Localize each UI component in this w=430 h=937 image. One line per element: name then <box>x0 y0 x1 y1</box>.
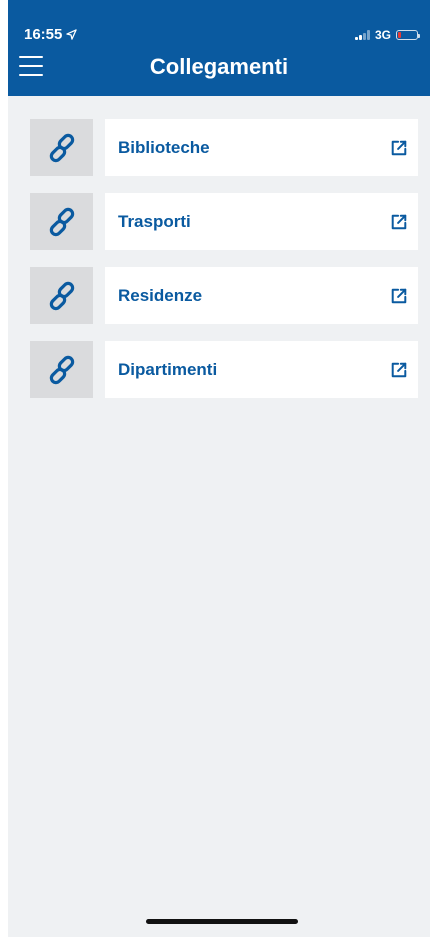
page-title: Collegamenti <box>149 54 289 79</box>
list-item-dipartimenti[interactable]: Dipartimenti <box>30 341 418 398</box>
link-icon-tile <box>30 193 93 250</box>
link-icon <box>49 133 74 162</box>
network-type: 3G <box>374 28 391 42</box>
link-icon-tile <box>30 267 93 324</box>
status-time: 16:55 <box>24 26 63 43</box>
status-time-group: 16:55 <box>24 26 78 43</box>
app-header: 16:55 3G Collegamenti <box>8 0 430 96</box>
link-card: Biblioteche <box>105 119 418 176</box>
location-arrow-icon <box>66 29 78 40</box>
external-link-icon <box>391 140 407 155</box>
external-link-icon <box>391 214 407 229</box>
link-card: Dipartimenti <box>105 341 418 398</box>
status-indicators: 3G <box>354 28 420 42</box>
link-icon <box>49 355 74 384</box>
list-item-trasporti[interactable]: Trasporti <box>30 193 418 250</box>
external-link-icon <box>391 362 407 377</box>
link-icon-tile <box>30 341 93 398</box>
links-list: Biblioteche Trasporti Residenze Dipartim… <box>30 119 418 415</box>
link-icon <box>49 281 74 310</box>
link-icon <box>49 207 74 236</box>
link-label: Trasporti <box>118 211 191 231</box>
list-item-residenze[interactable]: Residenze <box>30 267 418 324</box>
link-card: Trasporti <box>105 193 418 250</box>
external-link-icon <box>391 288 407 303</box>
link-label: Dipartimenti <box>118 359 218 379</box>
home-indicator[interactable] <box>146 919 298 924</box>
app-screen: 16:55 3G Collegamenti Biblioteche Traspo… <box>8 0 430 937</box>
list-item-biblioteche[interactable]: Biblioteche <box>30 119 418 176</box>
signal-strength-icon <box>354 30 370 40</box>
battery-low-icon <box>396 30 420 40</box>
link-icon-tile <box>30 119 93 176</box>
link-label: Residenze <box>118 285 203 305</box>
link-card: Residenze <box>105 267 418 324</box>
link-label: Biblioteche <box>118 137 210 157</box>
